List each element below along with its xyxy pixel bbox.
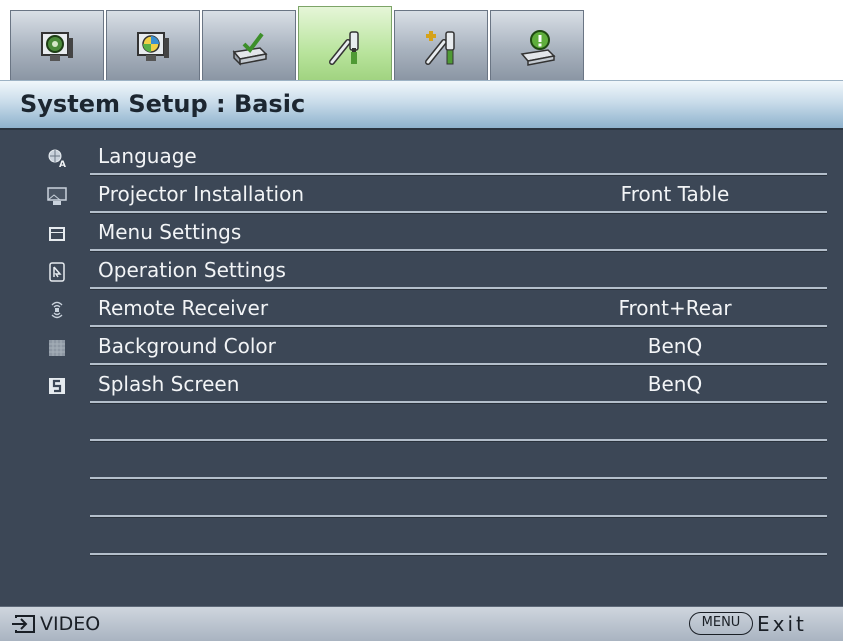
menu-item-projector-installation[interactable]: Projector Installation Front Table	[0, 176, 843, 214]
tab-information[interactable]	[490, 10, 584, 80]
tab-picture[interactable]	[10, 10, 104, 80]
operation-settings-icon	[49, 262, 65, 282]
svg-text:A: A	[59, 160, 66, 168]
menu-item-label: Background Color	[98, 334, 276, 358]
menu-item-empty	[0, 480, 843, 518]
projector-installation-icon	[47, 187, 67, 205]
menu-item-background-color[interactable]: Background Color BenQ	[0, 328, 843, 366]
projector-osd: System Setup : Basic A Language Projecto…	[0, 0, 843, 641]
menu-item-label: Menu Settings	[98, 220, 242, 244]
menu-item-label: Language	[98, 144, 197, 168]
menu-item-empty	[0, 518, 843, 556]
menu-item-value: BenQ	[647, 334, 703, 358]
menu-item-language[interactable]: A Language	[0, 138, 843, 176]
footer-bar: VIDEO MENU Exit	[0, 606, 843, 641]
menu-item-value: Front+Rear	[618, 296, 732, 320]
projector-info-icon	[520, 30, 556, 66]
row-divider	[90, 553, 827, 556]
menu-settings-icon	[49, 227, 65, 241]
menu-item-label: Remote Receiver	[98, 296, 269, 320]
menu-item-label: Splash Screen	[98, 372, 240, 396]
menu-item-value: Front Table	[620, 182, 730, 206]
menu-item-remote-receiver[interactable]: Remote Receiver Front+Rear	[0, 290, 843, 328]
menu-item-empty	[0, 442, 843, 480]
splash-screen-icon	[49, 378, 65, 394]
background-color-icon	[49, 340, 65, 356]
menu-item-value: BenQ	[647, 372, 703, 396]
menu-key-badge[interactable]: MENU	[689, 612, 753, 635]
projector-check-icon	[232, 32, 268, 66]
menu-item-empty	[0, 404, 843, 442]
title-bar: System Setup : Basic	[0, 80, 843, 130]
remote-receiver-icon	[51, 301, 63, 319]
menu-item-menu-settings[interactable]: Menu Settings	[0, 214, 843, 252]
globe-language-icon: A	[48, 149, 66, 168]
tab-system-setup-basic[interactable]	[298, 6, 392, 82]
monitor-palette-icon	[137, 32, 169, 61]
tab-display[interactable]	[202, 10, 296, 80]
menu-item-splash-screen[interactable]: Splash Screen BenQ	[0, 366, 843, 404]
tab-strip	[0, 0, 843, 82]
tools-plus-icon	[425, 31, 455, 65]
menu-item-label: Operation Settings	[98, 258, 286, 282]
menu-item-operation-settings[interactable]: Operation Settings	[0, 252, 843, 290]
page-title: System Setup : Basic	[20, 90, 306, 118]
tools-icon	[329, 31, 359, 65]
input-source-icon	[12, 615, 35, 633]
tab-picture-advanced[interactable]	[106, 10, 200, 80]
input-source-label: VIDEO	[40, 613, 101, 635]
tab-system-setup-advanced[interactable]	[394, 10, 488, 80]
monitor-gear-icon	[41, 32, 73, 61]
menu-item-label: Projector Installation	[98, 182, 305, 206]
exit-label[interactable]: Exit	[757, 612, 807, 636]
